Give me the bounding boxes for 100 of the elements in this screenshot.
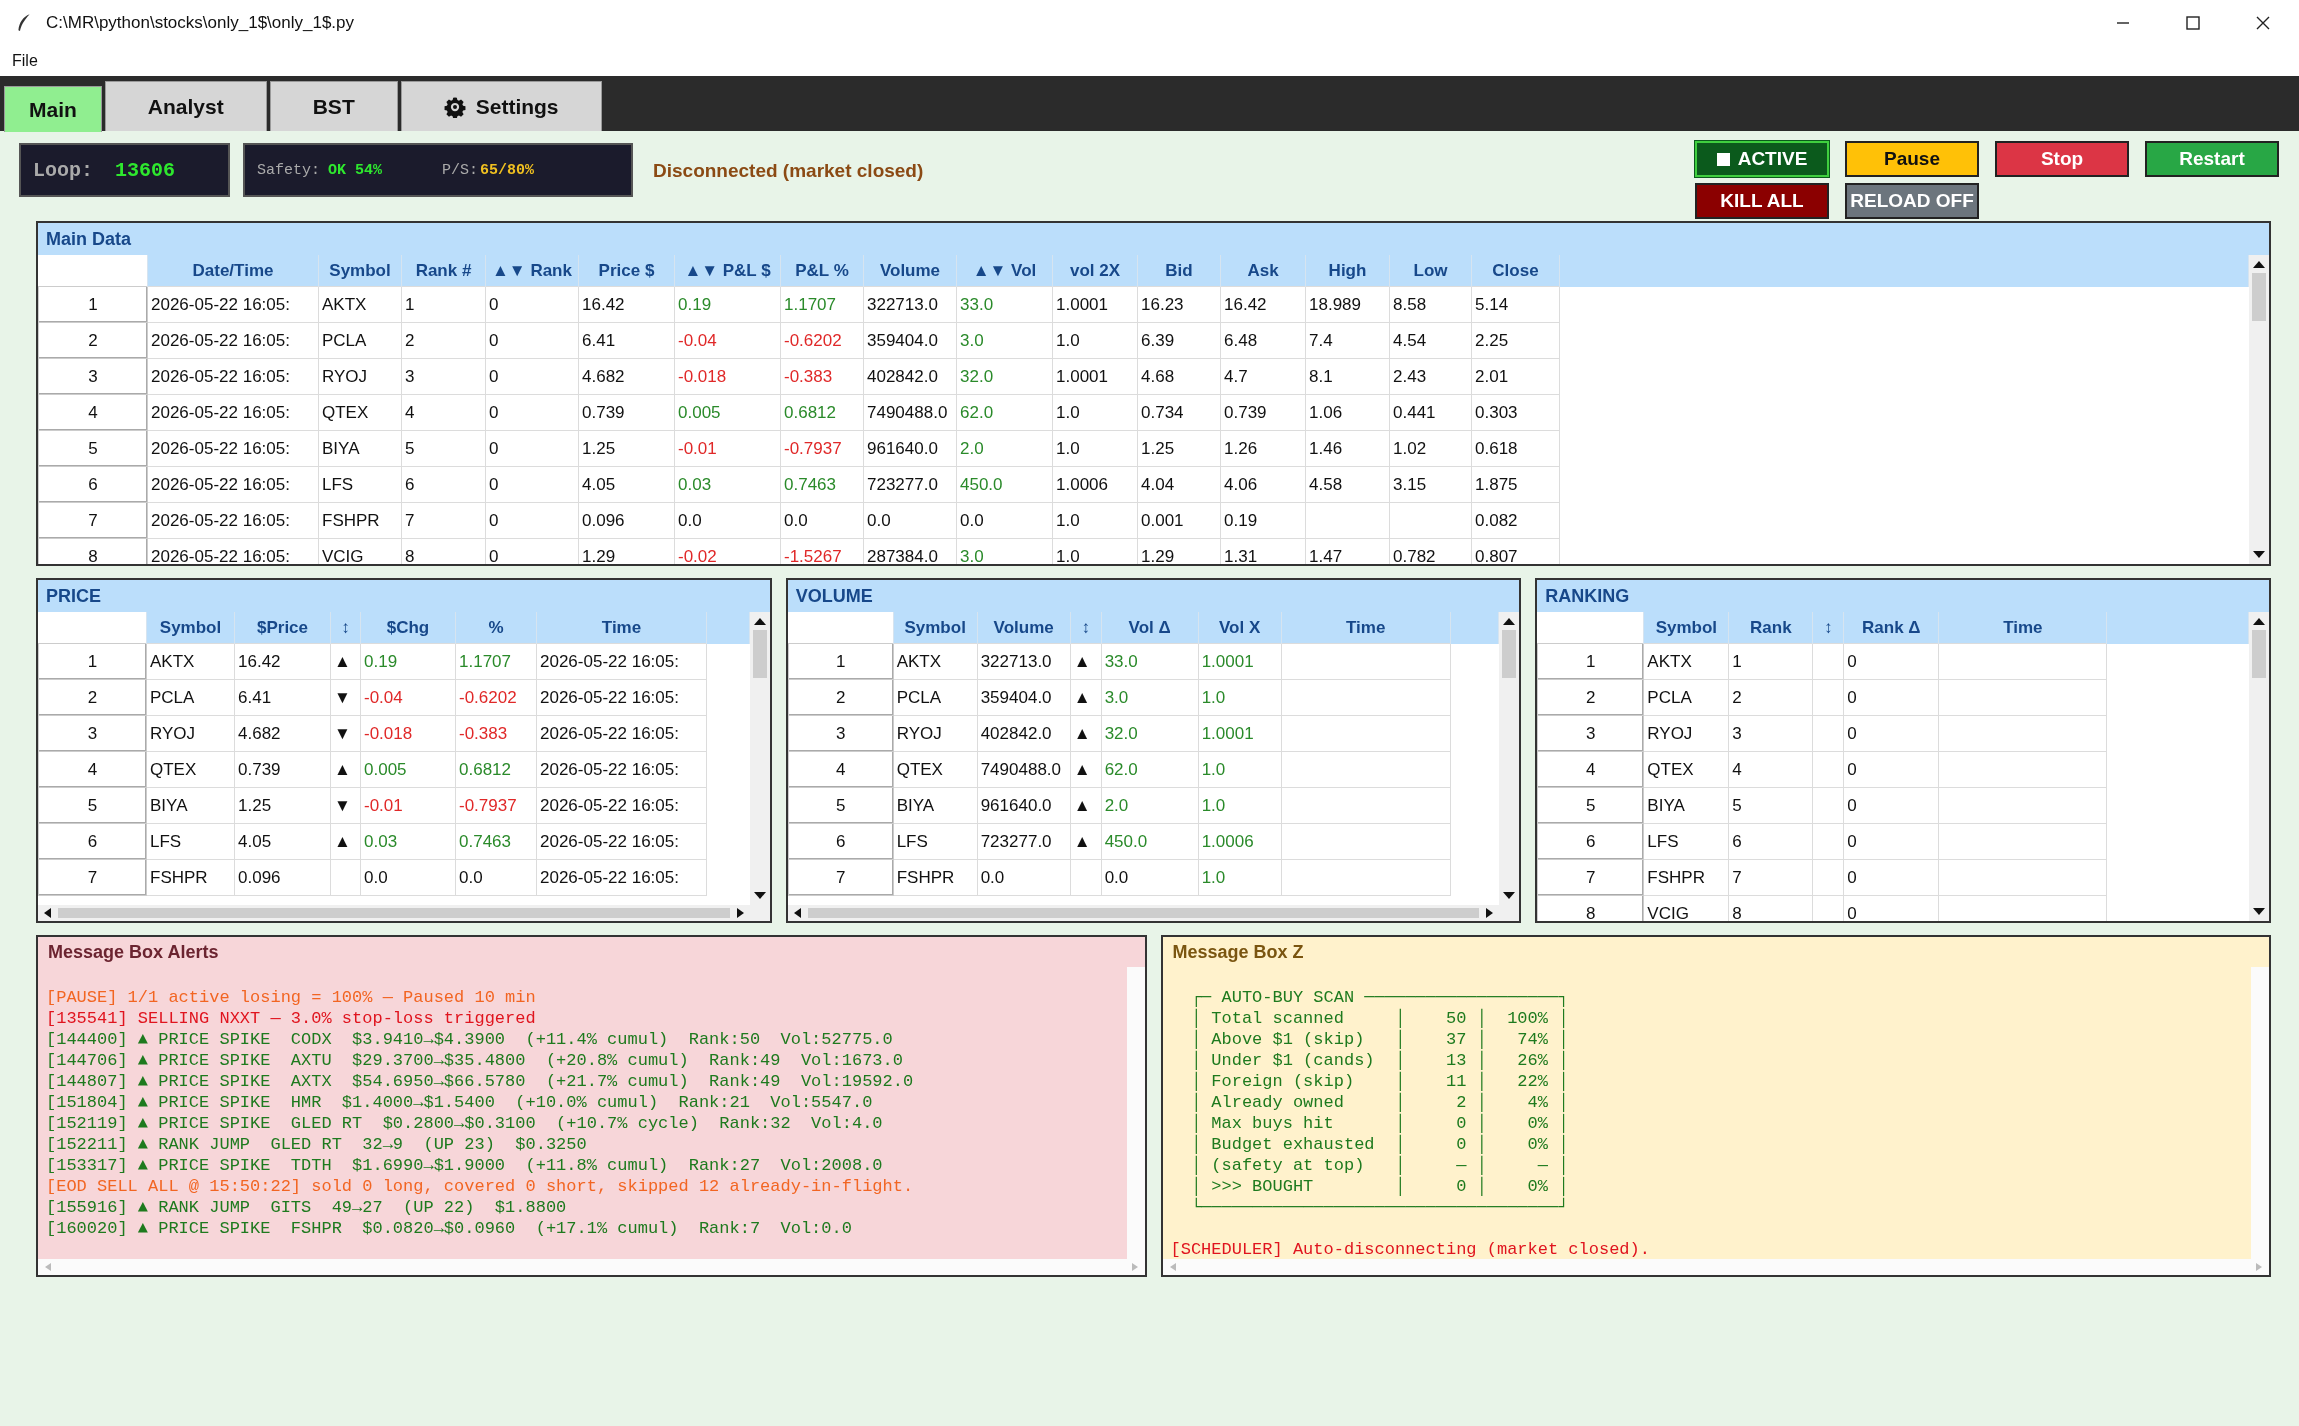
column-header[interactable]: Ask	[1220, 255, 1306, 287]
table-cell	[1812, 859, 1844, 896]
table-cell: FSHPR	[146, 859, 235, 896]
scroll-up-icon[interactable]	[2252, 616, 2266, 626]
table-cell: 2026-05-22 16:05:	[147, 502, 319, 539]
column-header[interactable]: Symbol	[318, 255, 402, 287]
column-header[interactable]: P&L %	[780, 255, 864, 287]
menu-item[interactable]: File	[12, 52, 38, 70]
safety-label: Safety:	[257, 161, 320, 179]
scrollbar-thumb[interactable]	[2252, 273, 2266, 321]
column-header[interactable]: $Chg	[360, 612, 456, 644]
row-number: 1	[38, 286, 148, 323]
column-header[interactable]: Symbol	[146, 612, 235, 644]
scroll-down-icon[interactable]	[2252, 907, 2266, 917]
column-header[interactable]: Symbol	[893, 612, 978, 644]
table-cell: 62.0	[956, 394, 1053, 431]
tab[interactable]: Settings	[400, 81, 602, 131]
scrollbar-thumb[interactable]	[1502, 630, 1517, 678]
close-icon[interactable]	[2255, 15, 2271, 31]
table-cell: -0.383	[455, 715, 537, 752]
scrollbar-thumb[interactable]	[58, 908, 730, 918]
table-cell: 1.0001	[1198, 715, 1282, 752]
column-header[interactable]: ↕	[1812, 612, 1844, 644]
column-header[interactable]: Price $	[578, 255, 675, 287]
scroll-left-icon[interactable]	[42, 907, 52, 919]
column-header[interactable]: Date/Time	[147, 255, 319, 287]
column-header[interactable]: %	[455, 612, 537, 644]
square-icon	[1716, 152, 1730, 166]
scroll-down-icon[interactable]	[752, 891, 767, 901]
vertical-scrollbar[interactable]	[1126, 967, 1145, 1259]
column-header[interactable]: Close	[1471, 255, 1560, 287]
column-header[interactable]: Rank #	[401, 255, 486, 287]
column-header[interactable]: Volume	[863, 255, 957, 287]
scrollbar-thumb[interactable]	[807, 908, 1480, 918]
table-cell: 6.41	[234, 679, 331, 716]
horizontal-scrollbar[interactable]	[787, 905, 1520, 921]
column-header[interactable]: Time	[1938, 612, 2107, 644]
table-cell: 0.0	[455, 859, 537, 896]
column-header[interactable]: Volume	[977, 612, 1071, 644]
table-cell: 3.0	[956, 322, 1053, 359]
table-cell: 2026-05-22 16:05:	[536, 751, 707, 788]
control-button[interactable]: RELOAD OFF	[1845, 183, 1979, 219]
maximize-icon[interactable]	[2185, 15, 2201, 31]
vertical-scrollbar[interactable]	[1499, 612, 1520, 905]
table-cell: 0.734	[1137, 394, 1221, 431]
table-cell: 33.0	[1101, 643, 1199, 680]
table-cell: QTEX	[146, 751, 235, 788]
column-header[interactable]: ▲▼ P&L $	[674, 255, 781, 287]
table-cell: 1.06	[1305, 394, 1390, 431]
column-header[interactable]: ↕	[330, 612, 361, 644]
table-cell: 4.04	[1137, 466, 1221, 503]
table-cell: ▲	[1070, 751, 1102, 788]
vertical-scrollbar[interactable]	[2249, 612, 2269, 921]
horizontal-scrollbar[interactable]	[38, 905, 770, 921]
table-cell: 2026-05-22 16:05:	[147, 322, 319, 359]
scroll-right-icon[interactable]	[735, 907, 746, 919]
scroll-down-icon[interactable]	[2252, 550, 2266, 560]
column-header[interactable]: ▲▼ Vol	[956, 255, 1053, 287]
column-header[interactable]: $Price	[234, 612, 331, 644]
column-header[interactable]: ↕	[1070, 612, 1102, 644]
column-header[interactable]: Symbol	[1643, 612, 1729, 644]
tab[interactable]: Main	[4, 86, 102, 132]
column-header[interactable]: vol 2X	[1052, 255, 1138, 287]
log-line: [144400] ▲ PRICE SPIKE CODX $3.9410→$4.3900 (+11.4% cumul) Rank:50 Vol:52775.0	[46, 1029, 893, 1050]
scroll-down-icon[interactable]	[1502, 891, 1517, 901]
scroll-up-icon[interactable]	[752, 616, 767, 626]
table-cell: 0.739	[234, 751, 331, 788]
column-header[interactable]: ▲▼ Rank	[485, 255, 579, 287]
tab[interactable]: BST	[269, 81, 398, 131]
table-cell: 0.096	[578, 502, 675, 539]
scroll-up-icon[interactable]	[2252, 259, 2266, 269]
table-cell: 0.739	[1220, 394, 1306, 431]
row-number: 7	[788, 859, 894, 896]
vertical-scrollbar[interactable]	[2249, 255, 2269, 564]
table-cell: 0.0	[360, 859, 456, 896]
column-header[interactable]: Time	[536, 612, 707, 644]
tab[interactable]: Analyst	[104, 81, 267, 131]
table-cell: 0.739	[578, 394, 675, 431]
control-button[interactable]: Pause	[1845, 141, 1979, 177]
table-cell: ▲	[330, 751, 361, 788]
vertical-scrollbar[interactable]	[749, 612, 770, 905]
log-line: [135541] SELLING NXXT — 3.0% stop-loss triggered	[46, 1008, 536, 1029]
column-header[interactable]: Rank Δ	[1843, 612, 1939, 644]
column-header[interactable]: Vol X	[1198, 612, 1282, 644]
column-header[interactable]: Low	[1389, 255, 1472, 287]
column-header[interactable]: High	[1305, 255, 1390, 287]
table-cell: 0.7463	[455, 823, 537, 860]
control-button[interactable]: KILL ALL	[1695, 183, 1829, 219]
column-header[interactable]: Time	[1281, 612, 1451, 644]
column-header[interactable]: Bid	[1137, 255, 1221, 287]
column-header[interactable]: Rank	[1728, 612, 1813, 644]
scrollbar-thumb[interactable]	[2252, 630, 2266, 678]
scroll-up-icon[interactable]	[1502, 616, 1517, 626]
control-button[interactable]: ACTIVE	[1695, 141, 1829, 177]
row-number: 1	[38, 643, 147, 680]
row-number: 3	[38, 358, 148, 395]
control-button[interactable]: Stop	[1995, 141, 2129, 177]
vertical-scrollbar[interactable]	[2251, 967, 2269, 1259]
scrollbar-thumb[interactable]	[752, 630, 767, 678]
column-header[interactable]: Vol Δ	[1101, 612, 1199, 644]
